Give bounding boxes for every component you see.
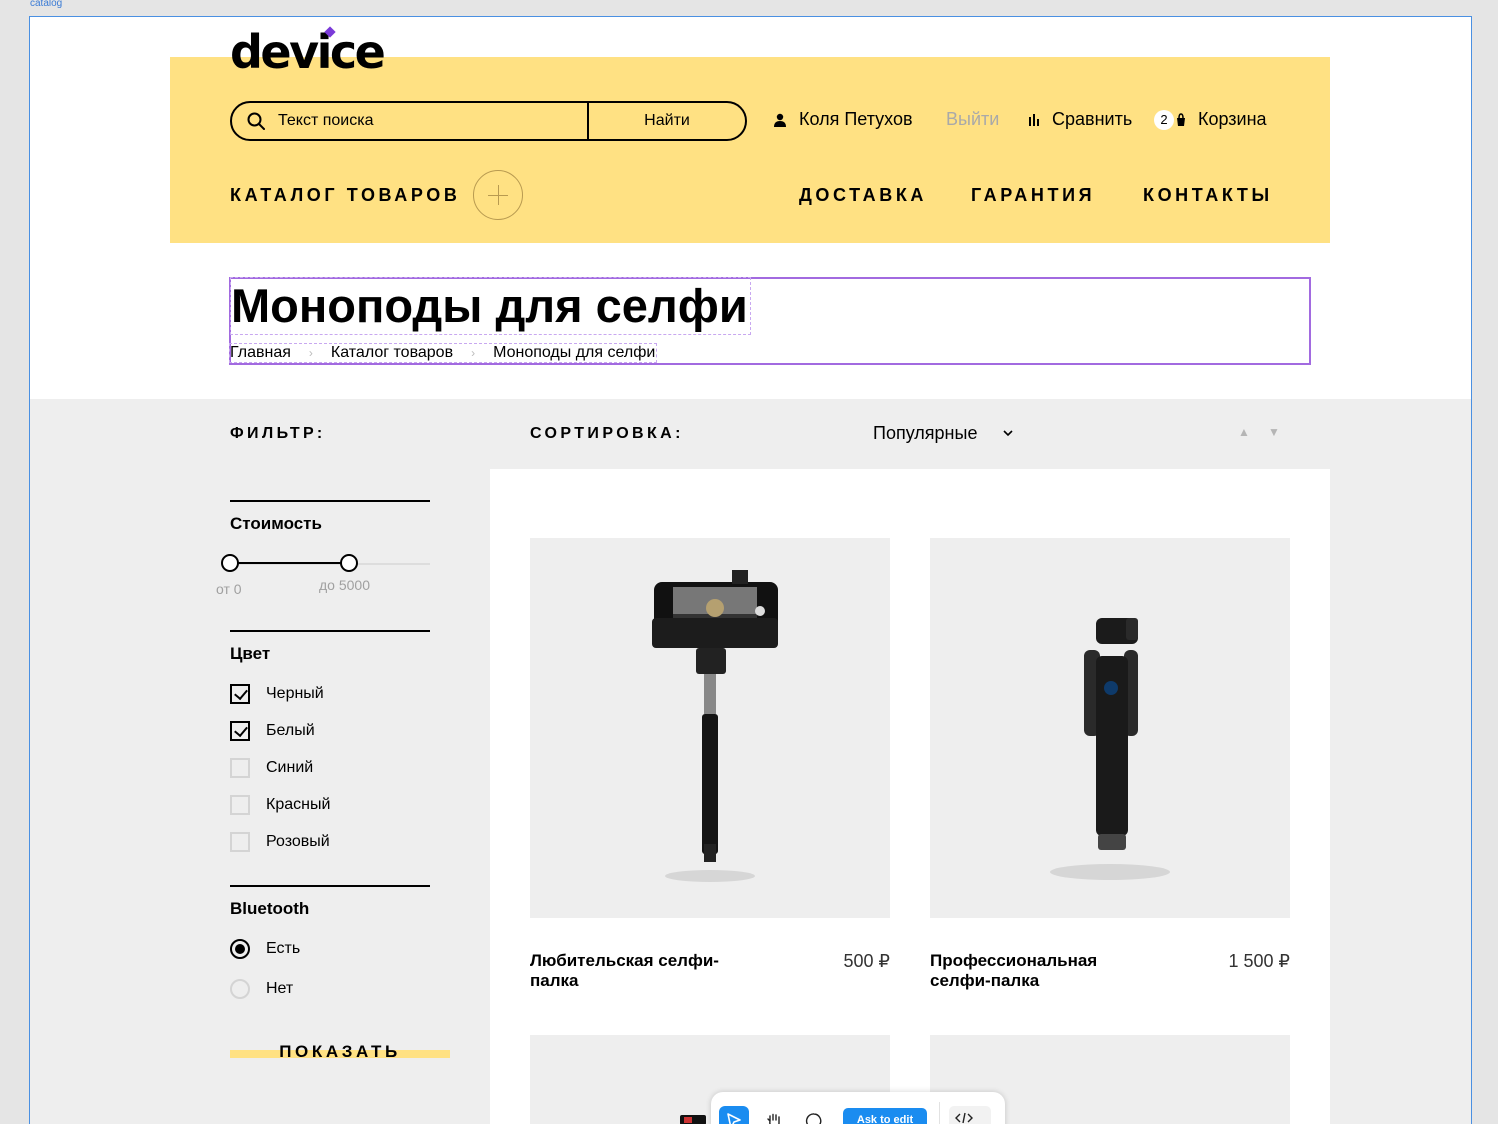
selfie-stick-phone-image: [652, 570, 778, 882]
price-range-fill: [230, 562, 349, 564]
frame-label: catalog: [30, 0, 63, 9]
logo-text: device: [230, 25, 386, 79]
product-image-amateur[interactable]: [530, 538, 890, 918]
compare-label: Сравнить: [1052, 109, 1133, 129]
search-field[interactable]: Текст поиска: [232, 103, 589, 139]
user-link[interactable]: Коля Петухов: [773, 109, 913, 130]
cursor-tool-icon[interactable]: [719, 1106, 749, 1124]
search-bar: Текст поиска Найти: [230, 101, 747, 141]
logout-link[interactable]: Выйти: [946, 109, 999, 130]
show-button[interactable]: ПОКАЗАТЬ: [230, 1042, 450, 1071]
breadcrumb-catalog[interactable]: Каталог товаров: [331, 344, 453, 362]
checkbox-blue[interactable]: [230, 758, 250, 778]
product-name-amateur[interactable]: Любительская селфи-палка: [530, 951, 750, 991]
hand-tool-icon[interactable]: [759, 1106, 789, 1124]
toolbar-divider: [939, 1102, 940, 1124]
sorting-select[interactable]: Популярные: [873, 423, 1014, 444]
show-button-label: ПОКАЗАТЬ: [279, 1042, 401, 1061]
code-view-button[interactable]: [949, 1106, 991, 1124]
breadcrumb-chevron-icon: ›: [471, 346, 476, 360]
checkbox-black[interactable]: [230, 684, 250, 704]
filter-bluetooth-title: Bluetooth: [230, 899, 310, 918]
filter-divider: [230, 500, 430, 502]
filter-price-title: Стоимость: [230, 514, 322, 533]
sort-descending-arrow-icon[interactable]: ▼: [1268, 425, 1280, 439]
filter-divider: [230, 630, 430, 632]
filter-divider: [230, 885, 430, 887]
site-logo[interactable]: device: [230, 26, 386, 75]
nav-warranty[interactable]: ГАРАНТИЯ: [971, 185, 1095, 206]
search-icon: [247, 112, 265, 130]
sorting-value: Популярные: [873, 423, 978, 443]
page-title: Моноподы для селфи: [230, 277, 751, 335]
code-icon: [955, 1112, 973, 1124]
product-image-pro[interactable]: [930, 538, 1290, 918]
comment-tool-icon[interactable]: [799, 1106, 829, 1124]
option-label: Синий: [266, 759, 314, 776]
price-max-handle[interactable]: [340, 554, 358, 572]
compare-icon: [1029, 113, 1039, 126]
nav-catalog[interactable]: КАТАЛОГ ТОВАРОВ: [230, 185, 460, 206]
header-yellow-bg: [170, 57, 1330, 243]
sort-ascending-arrow-icon[interactable]: ▲: [1238, 425, 1250, 439]
user-icon: [774, 113, 786, 127]
breadcrumb-chevron-icon: ›: [308, 346, 313, 360]
search-button[interactable]: Найти: [589, 112, 745, 130]
sorting-label: СОРТИРОВКА:: [530, 425, 684, 442]
option-label: Красный: [266, 796, 331, 813]
filter-color-title: Цвет: [230, 644, 271, 663]
color-option-pink[interactable]: Розовый: [230, 832, 330, 852]
selfie-stick-pro-image: [1050, 618, 1170, 880]
color-option-blue[interactable]: Синий: [230, 758, 313, 778]
breadcrumb-home[interactable]: Главная: [230, 344, 291, 362]
product-price-pro: 1 500 ₽: [1228, 951, 1291, 971]
radio-no[interactable]: [230, 979, 250, 999]
cart-count-badge: 2: [1154, 109, 1174, 130]
color-option-black[interactable]: Черный: [230, 684, 324, 704]
price-max-label: до 5000: [319, 577, 370, 593]
product-name-pro[interactable]: Профессиональная селфи-палка: [930, 951, 1150, 991]
checkbox-white[interactable]: [230, 721, 250, 741]
option-label: Розовый: [266, 833, 330, 850]
cart-label: Корзина: [1198, 109, 1267, 129]
user-name: Коля Петухов: [799, 109, 913, 129]
cart-link[interactable]: 2 Корзина: [1154, 109, 1267, 130]
compare-link[interactable]: Сравнить: [1028, 109, 1132, 130]
editor-toolbar: Ask to edit: [711, 1092, 1005, 1124]
option-label: Нет: [266, 980, 294, 997]
checkbox-pink[interactable]: [230, 832, 250, 852]
option-label: Есть: [266, 940, 301, 957]
breadcrumb: Главная › Каталог товаров › Моноподы для…: [229, 343, 658, 363]
product-grid: Любительская селфи-палка 500 ₽ Профессио…: [490, 469, 1330, 1124]
catalog-expand-plus-icon[interactable]: [473, 170, 523, 220]
breadcrumb-current: Моноподы для селфи: [493, 344, 656, 361]
radio-yes[interactable]: [230, 939, 250, 959]
checkbox-red[interactable]: [230, 795, 250, 815]
filter-label: ФИЛЬТР:: [230, 425, 326, 442]
price-min-handle[interactable]: [221, 554, 239, 572]
ask-to-edit-button[interactable]: Ask to edit: [843, 1108, 927, 1124]
cart-icon: [1177, 112, 1185, 126]
bluetooth-option-no[interactable]: Нет: [230, 979, 293, 999]
product-price-amateur: 500 ₽: [843, 951, 891, 971]
page-frame: device Текст поиска Найти Коля Петухов В…: [29, 16, 1472, 1124]
color-option-white[interactable]: Белый: [230, 721, 315, 741]
color-option-red[interactable]: Красный: [230, 795, 330, 815]
bluetooth-option-yes[interactable]: Есть: [230, 939, 300, 959]
search-input[interactable]: Текст поиска: [278, 112, 373, 130]
option-label: Белый: [266, 722, 315, 739]
chevron-down-icon: [1003, 430, 1014, 437]
option-label: Черный: [266, 685, 324, 702]
nav-contacts[interactable]: КОНТАКТЫ: [1143, 185, 1273, 206]
price-min-label: от 0: [216, 581, 242, 597]
nav-delivery[interactable]: ДОСТАВКА: [799, 185, 927, 206]
